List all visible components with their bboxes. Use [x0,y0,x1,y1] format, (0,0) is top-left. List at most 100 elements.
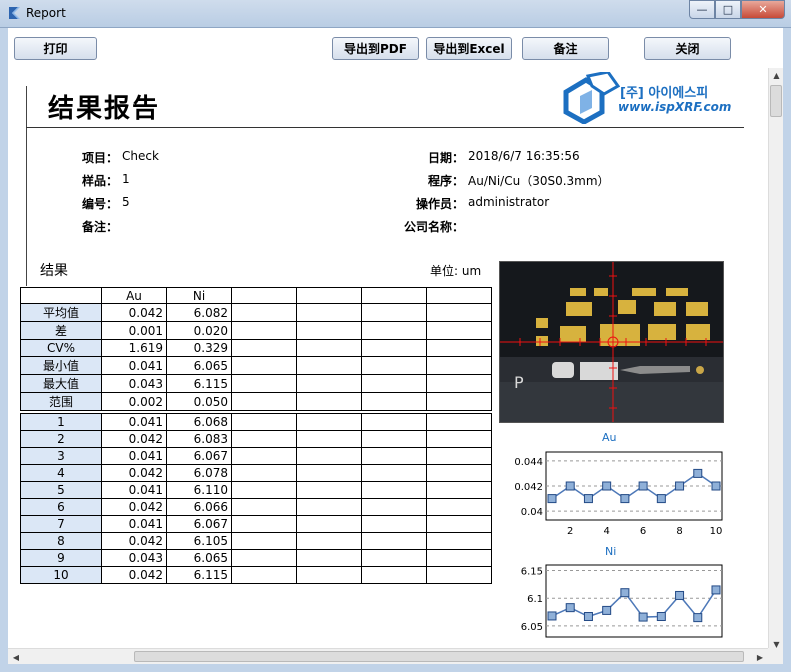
unit-label: 单位: um [430,264,482,278]
empty-cell [296,430,362,448]
scroll-right-icon[interactable]: ▶ [752,649,768,665]
row-label-cell: 最小值 [20,356,102,375]
scroll-up-icon[interactable]: ▲ [769,68,784,83]
brand-name: [주] 아이에스피 [620,86,709,101]
empty-cell [426,303,492,322]
empty-cell [426,464,492,482]
empty-cell [426,321,492,340]
empty-cell [361,356,427,375]
row-label-cell: 7 [20,515,102,533]
window-frame-bottom [0,664,791,672]
x-tick-label: 4 [603,526,609,537]
au-value-cell: 0.041 [101,356,167,375]
export-excel-button[interactable]: 导出到Excel [426,37,512,60]
measurement-row: 9 0.043 6.065 [20,549,492,567]
row-label-cell: 2 [20,430,102,448]
empty-cell [296,481,362,499]
empty-cell [296,549,362,567]
empty-cell [296,515,362,533]
export-pdf-button[interactable]: 导出到PDF [332,37,419,60]
maximize-button[interactable]: □ [715,0,741,19]
vertical-scrollbar[interactable]: ▲ ▼ [768,68,783,652]
empty-cell [426,549,492,567]
project-label: 项目： [81,151,118,165]
scroll-left-icon[interactable]: ◀ [8,649,24,665]
y-tick-label: 6.15 [521,567,543,578]
data-point [547,611,557,621]
close-button[interactable]: 关闭 [644,37,731,60]
row-label-cell: 10 [20,566,102,584]
empty-cell [361,515,427,533]
empty-cell [296,374,362,393]
program-label: 程序： [427,174,464,188]
ni-value-cell: 6.065 [166,356,232,375]
minimize-button[interactable]: — [689,0,715,19]
au-value-cell: 0.043 [101,374,167,393]
data-point [693,468,703,478]
au-value-cell: 0.042 [101,303,167,322]
ni-value-cell: 6.115 [166,374,232,393]
stats-table: Au Ni 平均值 0.042 6.082 差 0.001 0.020 CV% 1.619 0.… [20,287,492,411]
x-tick-label: 10 [710,526,723,537]
horizontal-scroll-thumb[interactable] [134,651,744,662]
empty-cell [231,374,297,393]
notes-button[interactable]: 备注 [522,37,609,60]
empty-cell [231,392,297,411]
vertical-scroll-thumb[interactable] [770,85,782,117]
ni-value-cell: 0.050 [166,392,232,411]
au-value-cell: 0.042 [101,532,167,550]
table-header [426,287,492,304]
close-window-button[interactable]: ✕ [741,0,785,19]
empty-cell [361,303,427,322]
empty-cell [426,532,492,550]
stats-row: 最小值 0.041 6.065 [20,356,492,375]
empty-cell [296,413,362,431]
data-point [565,481,575,491]
program-value: Au/Ni/Cu（30S0.3mm） [468,174,610,188]
ni-value-cell: 6.115 [166,566,232,584]
horizontal-scrollbar[interactable]: ◀ ▶ [8,648,768,664]
svg-text:P: P [514,373,524,392]
empty-cell [426,339,492,357]
data-point [656,494,666,504]
table-header [231,287,297,304]
date-value: 2018/6/7 16:35:56 [468,149,580,163]
report-client-area: 打印 导出到PDF 导出到Excel 备注 关闭 结果报告 [주] 아이에스피 … [8,28,783,664]
ni-value-cell: 6.083 [166,430,232,448]
empty-cell [296,392,362,411]
stats-row: 最大值 0.043 6.115 [20,374,492,393]
data-point [656,612,666,622]
table-header-ni: Ni [166,287,232,304]
empty-cell [361,498,427,516]
window-frame-left [0,28,8,672]
row-label-cell: CV% [20,339,102,357]
y-tick-label: 0.044 [514,457,543,468]
empty-cell [426,498,492,516]
ni-chart-title: Ni [605,545,617,558]
empty-cell [361,464,427,482]
table-header [20,287,102,304]
sample-label: 样品： [81,174,118,188]
table-header [361,287,427,304]
ni-value-cell: 6.065 [166,549,232,567]
empty-cell [296,566,362,584]
empty-cell [361,566,427,584]
empty-cell [296,339,362,357]
data-point [711,585,721,595]
project-value: Check [122,149,159,163]
measurement-row: 5 0.041 6.110 [20,481,492,499]
print-button[interactable]: 打印 [14,37,97,60]
empty-cell [231,356,297,375]
empty-cell [426,515,492,533]
table-header [296,287,362,304]
ni-value-cell: 0.329 [166,339,232,357]
data-point [620,494,630,504]
y-tick-label: 6.05 [521,622,543,633]
brand-website: www.ispXRF.com [618,100,732,114]
empty-cell [426,430,492,448]
data-point [620,588,630,598]
empty-cell [296,321,362,340]
au-value-cell: 0.002 [101,392,167,411]
data-point [547,494,557,504]
empty-cell [426,374,492,393]
